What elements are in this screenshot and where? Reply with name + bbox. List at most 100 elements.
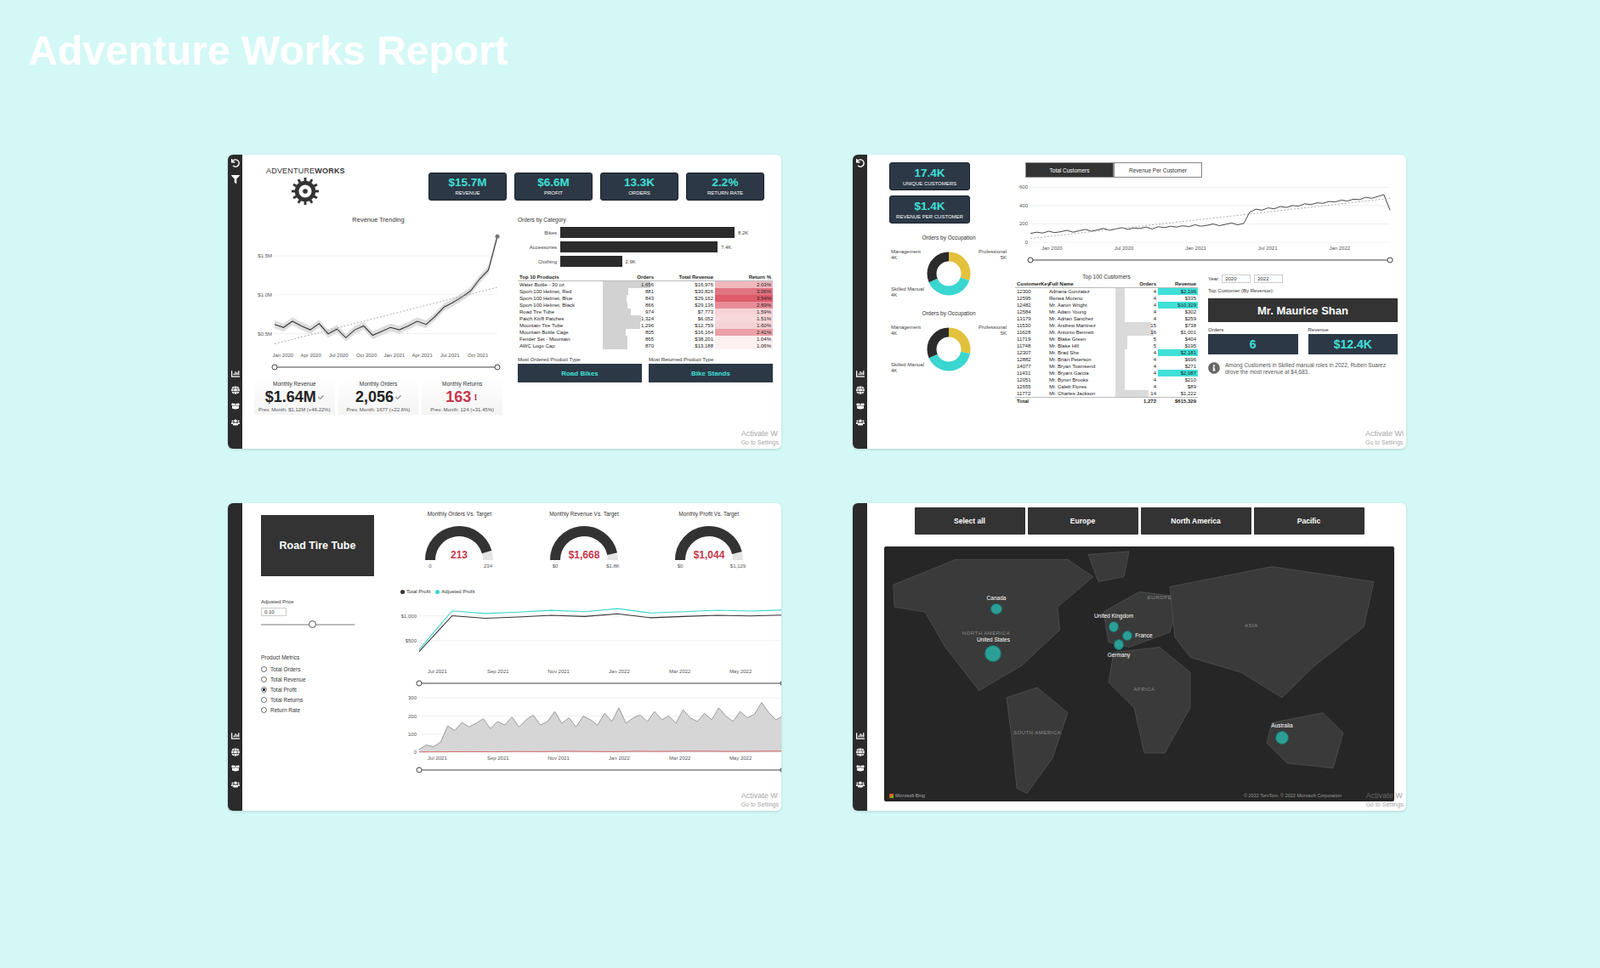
chart-icon[interactable] [856, 369, 865, 379]
table-row[interactable]: 12595Renea Moreno4$335 [1015, 295, 1198, 302]
chart-icon[interactable] [231, 731, 240, 741]
range-slider[interactable] [272, 364, 500, 370]
table-row[interactable]: Sport-100 Helmet, Red881$30,8263.06% [517, 288, 773, 296]
table-row[interactable]: 12307Mr. Brad She4$2,181 [1015, 349, 1198, 357]
chart-icon[interactable] [231, 369, 240, 379]
box-icon[interactable] [231, 764, 240, 773]
table-row[interactable]: 11530Mr. Andrew Martinez15$738 [1015, 322, 1198, 330]
globe-icon[interactable] [231, 748, 240, 757]
people-icon[interactable] [231, 418, 240, 427]
table-row[interactable]: Sport-100 Helmet, Blue843$29,1623.54% [517, 295, 773, 302]
people-icon[interactable] [231, 780, 240, 789]
slider-handle[interactable] [494, 364, 500, 370]
table-row[interactable]: Road Tire Tube974$7,7731.59% [517, 308, 773, 316]
price-input[interactable]: 0.10 [260, 607, 287, 617]
gridline [1030, 187, 1391, 188]
table-row[interactable]: 11431Mr. Bryant Garcia4$2,087 [1015, 369, 1198, 377]
filter-icon[interactable] [231, 175, 240, 184]
year-from[interactable]: 2020 [1221, 274, 1251, 284]
column-header[interactable]: Full Name [1047, 280, 1116, 288]
kpi-card: $6.6MPROFIT [514, 172, 593, 201]
globe-icon[interactable] [856, 748, 865, 757]
table-row[interactable]: 11719Mr. Blake Green5$404 [1015, 335, 1198, 343]
donut-segment[interactable] [931, 256, 966, 291]
slider-handle[interactable] [1027, 257, 1033, 263]
slider-handle[interactable] [416, 767, 422, 773]
radio-button[interactable] [260, 676, 267, 683]
table-row[interactable]: 11628Mr. Antonio Bennett16$1,001 [1015, 329, 1198, 336]
slider-handle[interactable] [1387, 257, 1393, 263]
table-row[interactable]: Sport-100 Helmet, Black866$29,1362.69% [517, 301, 773, 309]
table-row[interactable]: 12300Adriana Gonzalez4$2,196 [1015, 288, 1198, 296]
toggle-button[interactable]: Revenue Per Customer [1113, 162, 1203, 178]
column-header[interactable]: Return % [714, 273, 773, 281]
table-row[interactable]: 12584Mr. Adam Young4$302 [1015, 308, 1198, 316]
info-icon[interactable] [1208, 362, 1220, 375]
metric-radio[interactable]: Return Rate [260, 706, 381, 715]
table-row[interactable]: 12482Mr. Aaron Wright4$10,329 [1015, 301, 1198, 309]
column-header[interactable]: Orders [602, 273, 656, 281]
slider-thumb[interactable] [308, 620, 317, 629]
year-to[interactable]: 2022 [1253, 274, 1283, 284]
table-row[interactable]: 11748Mr. Blake Hill5$195 [1015, 342, 1198, 350]
globe-icon[interactable] [856, 385, 865, 395]
column-header[interactable]: Total Revenue [655, 273, 715, 281]
table-row[interactable]: 11772Mr. Charles Jackson14$1,222 [1015, 390, 1198, 398]
table-row[interactable]: Mountain Bottle Cage805$16,1642.41% [517, 329, 773, 336]
slider-handle[interactable] [272, 364, 278, 370]
radio-button[interactable] [260, 707, 267, 714]
table-row[interactable]: 12655Mr. Caleb Flores4$89 [1015, 383, 1198, 391]
product-type-value: Bike Stands [648, 363, 773, 383]
bubble-marker[interactable] [990, 603, 1002, 615]
donut-segment[interactable] [931, 332, 966, 367]
table-row[interactable]: Mountain Tire Tube1,296$12,7591.60% [517, 322, 773, 330]
box-icon[interactable] [231, 402, 240, 411]
toggle-button[interactable]: Total Customers [1025, 162, 1114, 178]
table-row[interactable]: Fender Set - Mountain865$38,2011.04% [517, 335, 773, 343]
donut-segment[interactable] [931, 332, 966, 367]
region-button[interactable]: Select all [914, 507, 1026, 535]
table-row[interactable]: 12882Mr. Brian Peterson4$696 [1015, 356, 1198, 364]
table-row[interactable]: 14077Mr. Bryan Townsend4$271 [1015, 363, 1198, 370]
slider-handle[interactable] [780, 767, 782, 773]
radio-button[interactable] [260, 686, 267, 693]
metric-radio[interactable]: Total Orders [260, 665, 381, 674]
people-icon[interactable] [856, 418, 865, 427]
table-row[interactable]: Patch Kit/8 Patches1,324$6,0521.51% [517, 315, 773, 323]
column-header[interactable]: Top 10 Products [517, 273, 603, 281]
range-slider[interactable] [416, 680, 782, 687]
slider-handle[interactable] [416, 680, 422, 687]
table-row[interactable]: 13179Mr. Adrian Sanchez4$259 [1015, 315, 1198, 323]
donut-segment[interactable] [931, 256, 966, 291]
globe-icon[interactable] [231, 385, 240, 395]
metric-radio[interactable]: Total Returns [260, 696, 381, 704]
table-row[interactable]: 12051Mr. Byron Brooks4$210 [1015, 376, 1198, 384]
world-map[interactable]: NORTH AMERICAEUROPEAFRICAASIASOUTH AMERI… [884, 546, 1395, 802]
price-slider[interactable] [260, 624, 355, 626]
region-button[interactable]: Pacific [1253, 507, 1365, 535]
column-header[interactable]: Revenue [1157, 280, 1198, 288]
bar-fill [560, 241, 718, 253]
box-icon[interactable] [856, 402, 865, 411]
back-arrow-icon[interactable] [231, 158, 240, 168]
back-arrow-icon[interactable] [856, 158, 865, 168]
radio-button[interactable] [260, 697, 267, 704]
people-icon[interactable] [856, 780, 865, 789]
box-icon[interactable] [856, 764, 865, 773]
table-row[interactable]: Water Bottle - 30 oz.1,656$16,9762.03% [517, 281, 773, 289]
table-row[interactable]: AWC Logo Cap870$13,1881.06% [517, 342, 773, 350]
radio-button[interactable] [260, 666, 267, 673]
range-slider[interactable] [1027, 257, 1393, 263]
donut-segment[interactable] [931, 332, 966, 367]
column-header[interactable]: CustomerKey [1015, 280, 1048, 288]
metric-radio[interactable]: Total Profit [260, 686, 381, 694]
donut-segment[interactable] [931, 256, 966, 291]
chart-icon[interactable] [856, 731, 865, 741]
metric-radio[interactable]: Total Revenue [260, 675, 381, 684]
bubble-marker[interactable] [1113, 639, 1124, 650]
region-button[interactable]: Europe [1027, 507, 1139, 535]
region-button[interactable]: North America [1140, 507, 1252, 535]
column-header[interactable]: Orders [1115, 280, 1158, 288]
range-slider[interactable] [416, 767, 782, 773]
slider-handle[interactable] [780, 680, 782, 687]
